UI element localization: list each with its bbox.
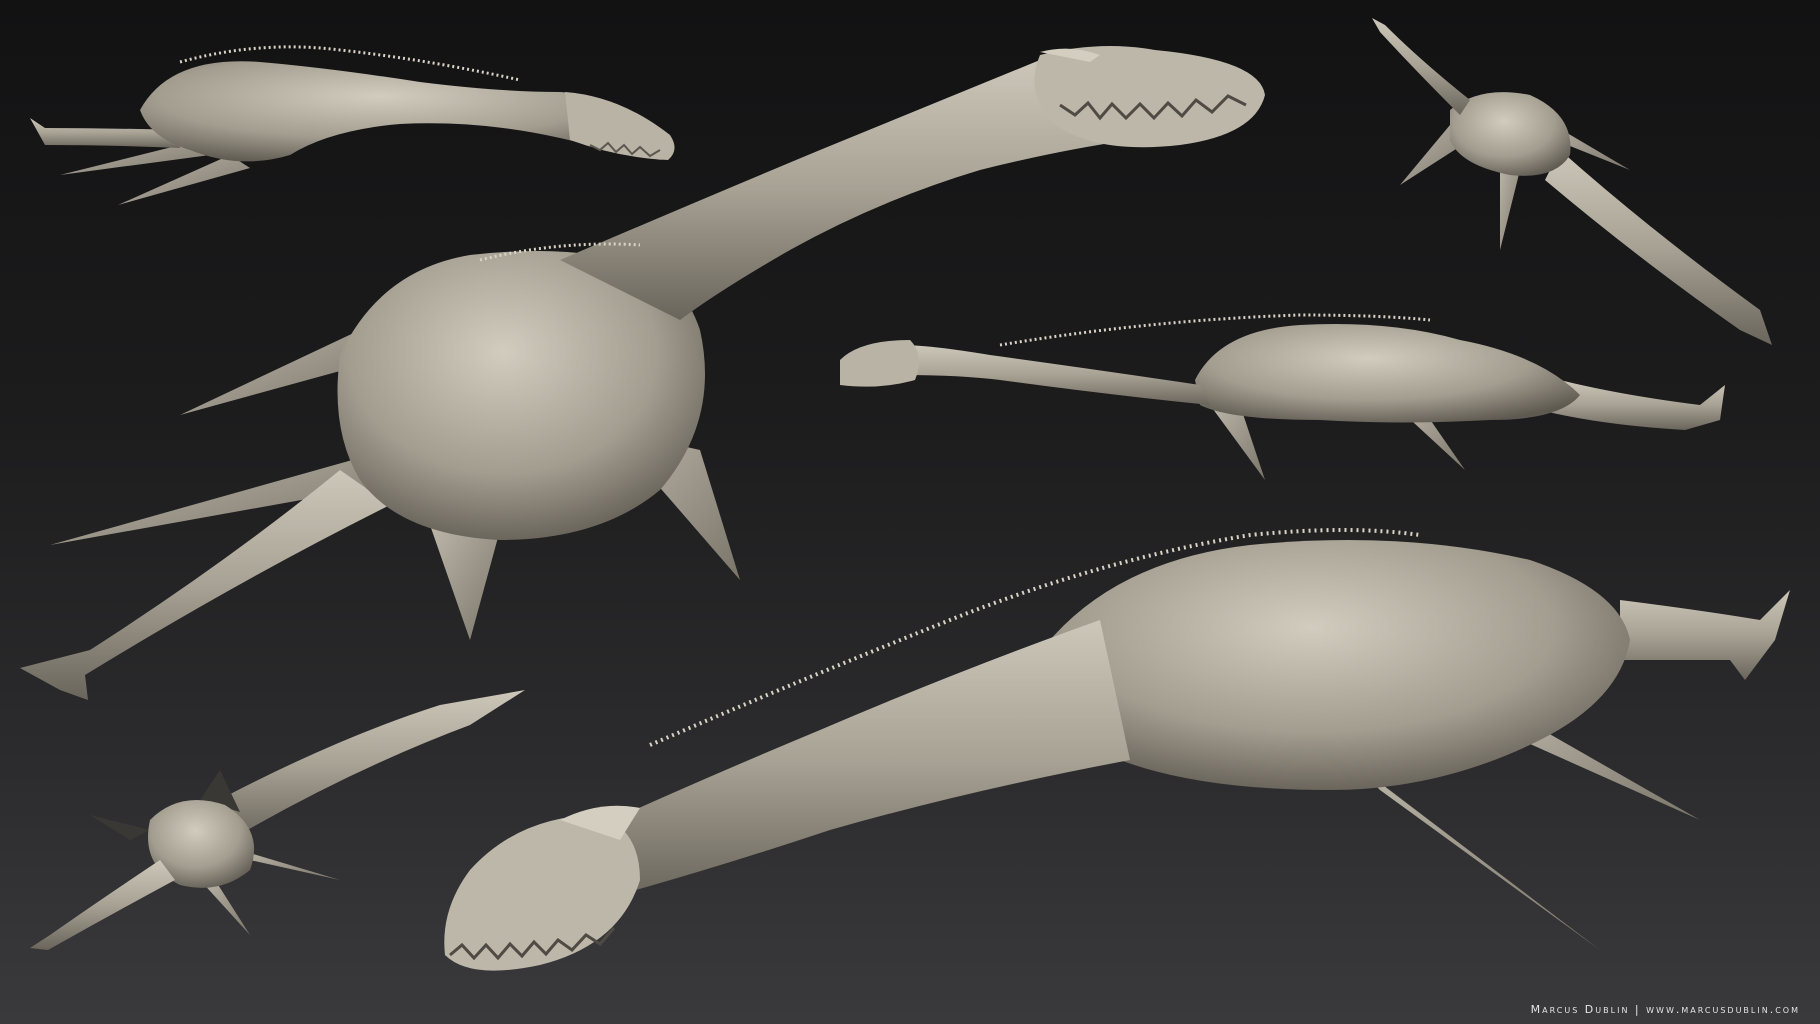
body xyxy=(1050,540,1630,790)
creature-sculpt-sheet xyxy=(20,18,1790,971)
flipper xyxy=(200,880,250,935)
tail xyxy=(1545,150,1772,345)
neck xyxy=(1372,18,1470,115)
body xyxy=(1450,92,1571,176)
creature-top-left xyxy=(30,45,675,205)
front-flipper xyxy=(430,525,500,640)
flipper xyxy=(90,815,150,840)
tail xyxy=(1620,590,1790,680)
neck xyxy=(590,620,1130,900)
flipper xyxy=(1350,760,1600,950)
head xyxy=(840,340,919,387)
neck xyxy=(900,345,1210,405)
flipper xyxy=(240,850,340,880)
artist-credit: Marcus Dublin | www.marcusdublin.com xyxy=(1530,1003,1800,1016)
head xyxy=(444,815,640,971)
neck xyxy=(30,860,175,950)
creature-middle-right xyxy=(840,313,1725,480)
tail xyxy=(200,690,525,840)
creature-top-right xyxy=(1372,18,1772,345)
render-canvas: Marcus Dublin | www.marcusdublin.com xyxy=(0,0,1820,1024)
body xyxy=(1195,324,1580,423)
creature-bottom-right xyxy=(444,528,1790,971)
